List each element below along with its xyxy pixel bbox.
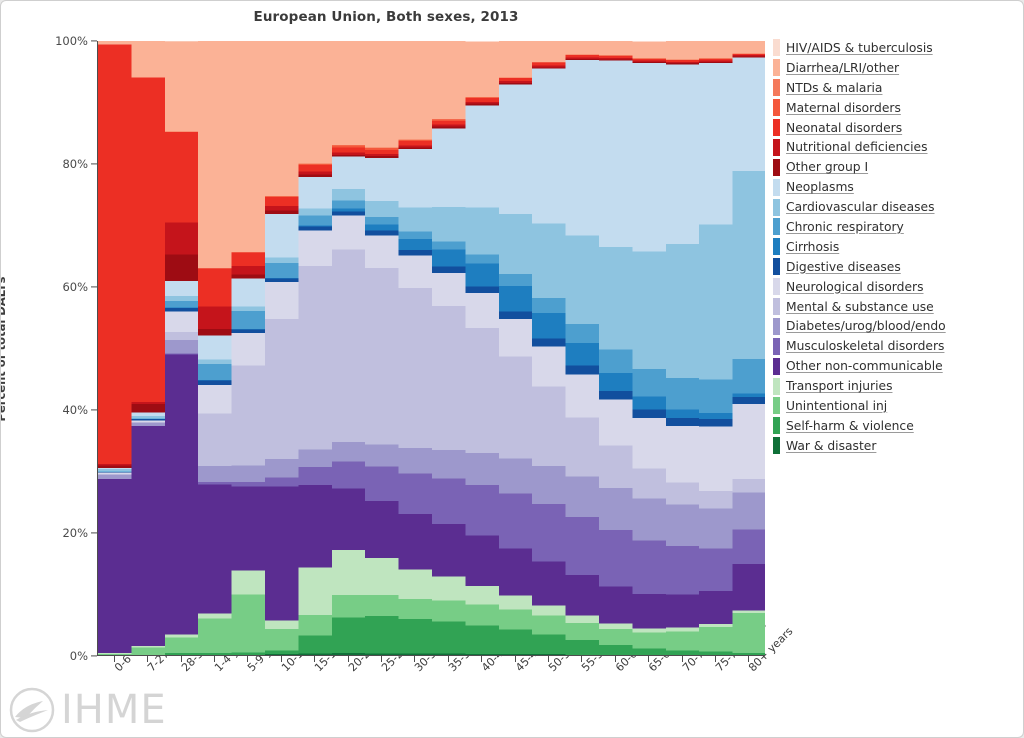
chart-figure: European Union, Both sexes, 2013 Percent… [0, 0, 1024, 738]
legend-label: Digestive diseases [786, 259, 901, 274]
legend-swatch-icon [773, 417, 780, 435]
legend-swatch-icon [773, 377, 780, 395]
ihme-watermark-text: IHME [61, 687, 167, 733]
legend-swatch-icon [773, 99, 780, 117]
y-tick-label: 80% [62, 157, 88, 171]
y-tick-label: 40% [62, 403, 88, 417]
legend-item[interactable]: Neurological disorders [773, 277, 1023, 297]
ihme-swoosh-icon [9, 687, 55, 733]
legend-swatch-icon [773, 298, 780, 316]
legend-label: Diabetes/urog/blood/endo [786, 319, 946, 334]
legend-label: Unintentional inj [786, 398, 888, 413]
legend-label: War & disaster [786, 438, 877, 453]
legend-item[interactable]: Other non-communicable [773, 356, 1023, 376]
legend-label: Nutritional deficiencies [786, 140, 928, 155]
legend-item[interactable]: Diabetes/urog/blood/endo [773, 316, 1023, 336]
legend-swatch-icon [773, 397, 780, 415]
legend-item[interactable]: Digestive diseases [773, 257, 1023, 277]
legend-label: HIV/AIDS & tuberculosis [786, 40, 933, 55]
legend: HIV/AIDS & tuberculosis Diarrhea/LRI/othe… [773, 38, 1023, 456]
legend-label: Cirrhosis [786, 239, 840, 254]
legend-item[interactable]: Chronic respiratory [773, 217, 1023, 237]
legend-swatch-icon [773, 357, 780, 375]
legend-label: Maternal disorders [786, 100, 901, 115]
legend-label: Neoplasms [786, 180, 854, 195]
legend-label: Transport injuries [786, 379, 893, 394]
legend-swatch-icon [773, 39, 780, 57]
legend-item[interactable]: Cardiovascular diseases [773, 197, 1023, 217]
y-tick-label: 0% [69, 649, 88, 663]
legend-label: Self-harm & violence [786, 418, 914, 433]
ihme-watermark: IHME [9, 687, 167, 733]
legend-item[interactable]: Diarrhea/LRI/other [773, 58, 1023, 78]
legend-swatch-icon [773, 317, 780, 335]
y-axis-label: Percent of total DALYs [0, 276, 8, 422]
legend-item[interactable]: Transport injuries [773, 376, 1023, 396]
legend-label: Other non-communicable [786, 359, 943, 374]
stacked-area-series [98, 41, 765, 655]
legend-swatch-icon [773, 119, 780, 136]
y-tick-label: 60% [62, 280, 88, 294]
legend-item[interactable]: Maternal disorders [773, 98, 1023, 118]
legend-swatch-icon [773, 158, 780, 176]
legend-label: Diarrhea/LRI/other [786, 60, 900, 75]
legend-label: Chronic respiratory [786, 219, 904, 234]
legend-item[interactable]: Musculoskeletal disorders [773, 336, 1023, 356]
plot-area [97, 41, 765, 656]
y-tick-label: 20% [62, 526, 88, 540]
legend-item[interactable]: HIV/AIDS & tuberculosis [773, 38, 1023, 58]
legend-item[interactable]: Nutritional deficiencies [773, 137, 1023, 157]
legend-swatch-icon [773, 258, 780, 276]
legend-label: Musculoskeletal disorders [786, 339, 945, 354]
legend-item[interactable]: Cirrhosis [773, 237, 1023, 257]
legend-item[interactable]: Neoplasms [773, 177, 1023, 197]
legend-swatch-icon [773, 178, 780, 196]
y-tick-label: 100% [55, 34, 88, 48]
legend-swatch-icon [773, 79, 780, 97]
legend-item[interactable]: Self-harm & violence [773, 416, 1023, 436]
legend-label: Neonatal disorders [786, 120, 903, 135]
legend-swatch-icon [773, 138, 780, 156]
legend-label: Cardiovascular diseases [786, 200, 935, 215]
legend-swatch-icon [773, 198, 780, 216]
legend-label: Mental & substance use [786, 299, 934, 314]
legend-swatch-icon [773, 337, 780, 355]
legend-item[interactable]: NTDs & malaria [773, 78, 1023, 98]
legend-item[interactable]: Other group I [773, 157, 1023, 177]
legend-label: Neurological disorders [786, 279, 924, 294]
legend-swatch-icon [773, 59, 780, 77]
legend-swatch-icon [773, 238, 780, 256]
legend-item[interactable]: War & disaster [773, 436, 1023, 456]
legend-label: Other group I [786, 160, 869, 175]
legend-swatch-icon [773, 218, 780, 236]
legend-label: NTDs & malaria [786, 80, 883, 95]
legend-item[interactable]: Neonatal disorders [773, 118, 1023, 138]
legend-swatch-icon [773, 278, 780, 296]
legend-item[interactable]: Unintentional inj [773, 396, 1023, 416]
legend-swatch-icon [773, 437, 780, 455]
chart-title: European Union, Both sexes, 2013 [253, 9, 519, 25]
legend-item[interactable]: Mental & substance use [773, 297, 1023, 317]
